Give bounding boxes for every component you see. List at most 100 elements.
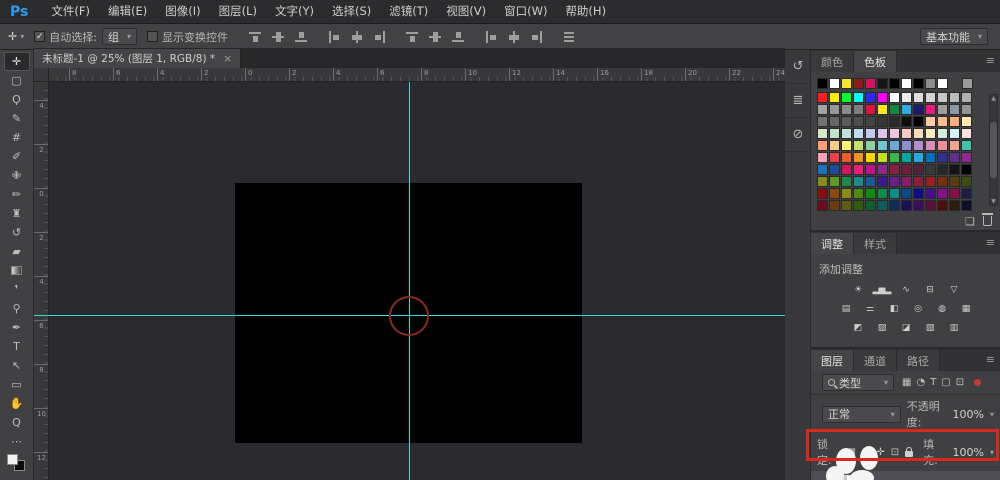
ruler-left[interactable]: 42024681012 — [34, 82, 49, 480]
swatch[interactable] — [829, 92, 840, 103]
dist-left-icon[interactable] — [484, 30, 498, 44]
align-hcenter-icon[interactable] — [350, 30, 364, 44]
swatch[interactable] — [829, 152, 840, 163]
swatch[interactable] — [841, 140, 852, 151]
swatch[interactable] — [853, 116, 864, 127]
swatch[interactable] — [901, 140, 912, 151]
swatch[interactable] — [961, 176, 972, 187]
swatch[interactable] — [853, 188, 864, 199]
document-tab[interactable]: 未标题-1 @ 25% (图层 1, RGB/8) * × — [34, 49, 241, 68]
swatch[interactable] — [949, 164, 960, 175]
swatch[interactable] — [841, 104, 852, 115]
curves-icon[interactable]: ∿ — [897, 283, 914, 297]
swatch[interactable] — [841, 188, 852, 199]
swatch[interactable] — [877, 200, 888, 211]
swatch[interactable] — [913, 128, 924, 139]
tab-颜色[interactable]: 颜色 — [811, 51, 854, 72]
swatch[interactable] — [949, 92, 960, 103]
swatch[interactable] — [937, 176, 948, 187]
swatch[interactable] — [913, 78, 924, 89]
distribute-grid-icon[interactable] — [562, 30, 576, 44]
pen-tool[interactable]: ✒ — [4, 318, 30, 337]
dist-vcenter-icon[interactable] — [428, 30, 442, 44]
swatch[interactable] — [829, 164, 840, 175]
swatch[interactable] — [889, 128, 900, 139]
swatch[interactable] — [913, 140, 924, 151]
chevron-down-icon[interactable]: ▾ — [990, 410, 994, 419]
swatch[interactable] — [853, 176, 864, 187]
align-right-icon[interactable] — [373, 30, 387, 44]
swatch[interactable] — [829, 140, 840, 151]
swatch[interactable] — [961, 128, 972, 139]
swatch[interactable] — [949, 140, 960, 151]
photo-filter-icon[interactable]: ◎ — [909, 302, 926, 316]
threshold-icon[interactable]: ◪ — [897, 321, 914, 335]
swatch[interactable] — [961, 200, 972, 211]
swatch[interactable] — [817, 164, 828, 175]
align-top-icon[interactable] — [248, 30, 262, 44]
swatch[interactable] — [841, 152, 852, 163]
swatch[interactable] — [937, 78, 948, 89]
swatch[interactable] — [949, 176, 960, 187]
swatch[interactable] — [829, 176, 840, 187]
swatch[interactable] — [865, 78, 876, 89]
type-tool[interactable]: T — [4, 337, 30, 356]
swatch[interactable] — [841, 92, 852, 103]
swatch[interactable] — [925, 140, 936, 151]
swatch[interactable] — [841, 78, 852, 89]
filter-shape-icon[interactable]: ▢ — [941, 377, 950, 388]
swatch[interactable] — [817, 128, 828, 139]
levels-icon[interactable]: ▂▅▂ — [873, 283, 890, 297]
color-lookup-icon[interactable]: ▦ — [957, 302, 974, 316]
swatch[interactable] — [937, 140, 948, 151]
swatch[interactable] — [949, 116, 960, 127]
close-icon[interactable]: × — [223, 52, 232, 65]
swatch[interactable] — [865, 152, 876, 163]
auto-select-checkbox[interactable]: ✓ — [34, 31, 45, 42]
swatch[interactable] — [853, 164, 864, 175]
lasso-tool[interactable]: Ϙ — [4, 90, 30, 109]
swatch[interactable] — [829, 128, 840, 139]
crop-tool[interactable]: # — [4, 128, 30, 147]
swatch[interactable] — [877, 152, 888, 163]
swatch[interactable] — [901, 176, 912, 187]
align-left-icon[interactable] — [327, 30, 341, 44]
swatch[interactable] — [829, 116, 840, 127]
panel-menu-icon[interactable]: ≡ — [986, 54, 995, 67]
swatch[interactable] — [877, 140, 888, 151]
ruler-top[interactable]: 8642024681012141618202224 — [49, 68, 785, 82]
swatch[interactable] — [889, 140, 900, 151]
notes-icon[interactable]: ⊘ — [785, 118, 811, 152]
quick-select-tool[interactable]: ✎ — [4, 109, 30, 128]
swatch[interactable] — [865, 176, 876, 187]
swatch[interactable] — [865, 128, 876, 139]
swatch[interactable] — [829, 188, 840, 199]
swatch[interactable] — [841, 164, 852, 175]
dist-hcenter-icon[interactable] — [507, 30, 521, 44]
properties-icon[interactable]: ≣ — [785, 84, 811, 118]
toolbar-edit[interactable]: ⋯ — [4, 432, 30, 451]
black-white-icon[interactable]: ◧ — [885, 302, 902, 316]
swatch[interactable] — [865, 92, 876, 103]
swatch[interactable] — [937, 164, 948, 175]
menu-item-5[interactable]: 选择(S) — [323, 0, 380, 23]
swatch[interactable] — [925, 104, 936, 115]
filter-type-icon[interactable]: T — [930, 377, 936, 388]
swatch[interactable] — [901, 188, 912, 199]
layer-filter-dropdown[interactable]: 类型 ▾ — [822, 374, 894, 391]
swatch[interactable] — [913, 200, 924, 211]
swatch[interactable] — [889, 78, 900, 89]
menu-item-6[interactable]: 滤镜(T) — [380, 0, 437, 23]
history-brush-tool[interactable]: ↺ — [4, 223, 30, 242]
swatch[interactable] — [853, 152, 864, 163]
swatch[interactable] — [817, 176, 828, 187]
swatch[interactable] — [949, 188, 960, 199]
channel-mixer-icon[interactable]: ◍ — [933, 302, 950, 316]
swatch[interactable] — [949, 104, 960, 115]
swatch[interactable] — [841, 176, 852, 187]
swatch[interactable] — [925, 92, 936, 103]
swatch[interactable] — [889, 188, 900, 199]
scroll-up-icon[interactable]: ▲ — [991, 95, 996, 102]
swatch[interactable] — [913, 92, 924, 103]
tab-通道[interactable]: 通道 — [854, 350, 897, 371]
